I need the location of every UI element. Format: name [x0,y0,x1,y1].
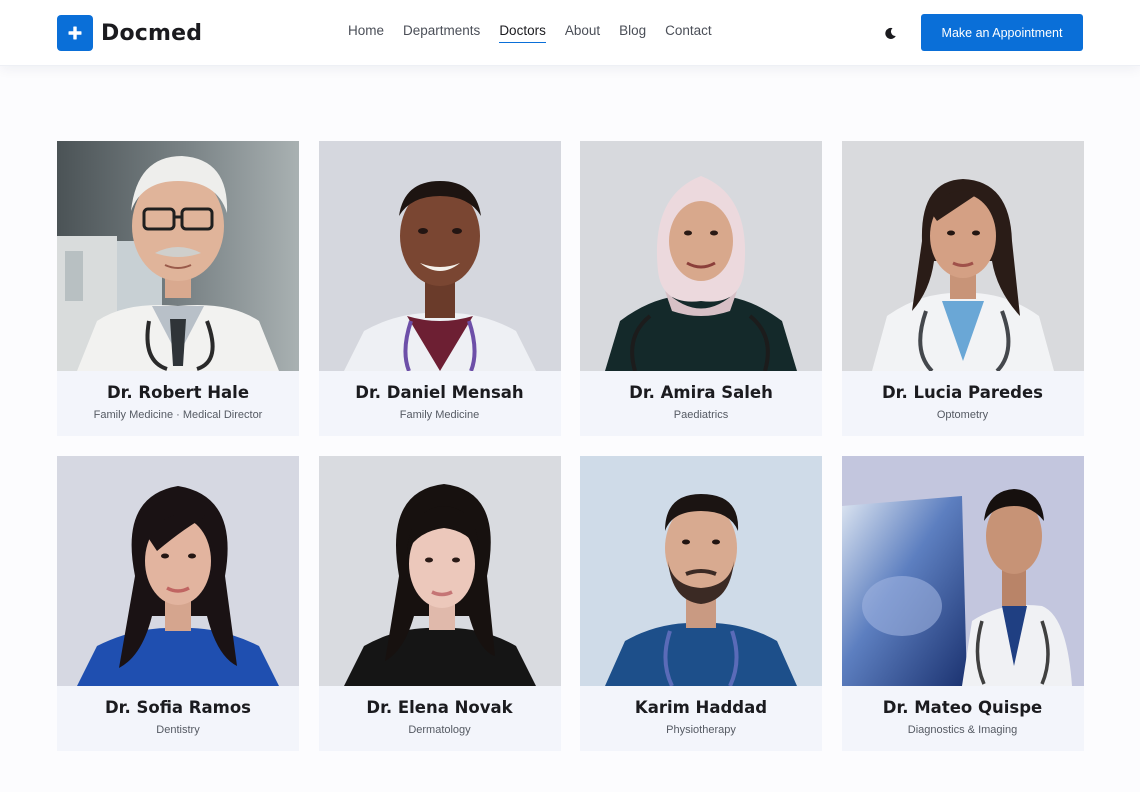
doctor-name: Dr. Lucia Paredes [881,383,1043,402]
doctor-name: Dr. Sofia Ramos [104,698,251,717]
doctor-name: Karim Haddad [634,698,768,717]
nav-doctors[interactable]: Doctors [499,23,546,43]
moon-icon [884,27,896,39]
doctor-specialty: Dermatology [408,724,471,736]
plus-icon [57,15,93,51]
doctor-card[interactable]: Dr. Sofia Ramos Dentistry [57,456,299,751]
nav-departments[interactable]: Departments [403,23,480,43]
doctor-specialty: Paediatrics [673,409,729,421]
site-header: Docmed Home Departments Doctors About Bl… [0,0,1140,66]
nav-blog[interactable]: Blog [619,23,646,43]
doctor-info: Dr. Robert Hale Family Medicine · Medica… [57,371,299,436]
doctor-card[interactable]: Dr. Elena Novak Dermatology [318,456,561,751]
doctor-info: Dr. Mateo Quispe Diagnostics & Imaging [841,686,1084,751]
doctor-info: Dr. Amira Saleh Paediatrics [580,371,822,436]
doctor-photo [57,456,299,686]
logo-text: Docmed [101,20,203,46]
doctor-photo [318,456,561,686]
doctor-name: Dr. Robert Hale [106,383,250,402]
doctor-name: Dr. Daniel Mensah [355,383,524,402]
doctor-specialty: Physiotherapy [666,724,736,736]
doctor-info: Dr. Sofia Ramos Dentistry [57,686,299,751]
doctor-name: Dr. Amira Saleh [629,383,773,402]
doctor-info: Karim Haddad Physiotherapy [580,686,822,751]
doctors-grid: Dr. Robert Hale Family Medicine · Medica… [57,141,1084,751]
doctor-card[interactable]: Dr. Daniel Mensah Family Medicine [318,141,561,436]
doctor-specialty: Diagnostics & Imaging [907,724,1018,736]
nav-about[interactable]: About [565,23,600,43]
logo[interactable]: Docmed [57,15,202,51]
doctor-name: Dr. Elena Novak [366,698,513,717]
doctor-info: Dr. Elena Novak Dermatology [318,686,561,751]
doctor-photo [580,141,822,371]
doctor-card[interactable]: Dr. Mateo Quispe Diagnostics & Imaging [841,456,1084,751]
doctor-specialty: Family Medicine · Medical Director [93,409,263,421]
doctor-photo [841,141,1084,371]
doctor-card[interactable]: Dr. Amira Saleh Paediatrics [580,141,822,436]
doctor-name: Dr. Mateo Quispe [882,698,1043,717]
main-nav: Home Departments Doctors About Blog Cont… [348,23,712,43]
doctor-specialty: Dentistry [156,724,200,736]
doctor-info: Dr. Lucia Paredes Optometry [841,371,1084,436]
nav-contact[interactable]: Contact [665,23,712,43]
doctor-card[interactable]: Karim Haddad Physiotherapy [580,456,822,751]
nav-home[interactable]: Home [348,23,384,43]
doctor-photo [841,456,1084,686]
doctor-specialty: Optometry [936,409,989,421]
doctor-info: Dr. Daniel Mensah Family Medicine [318,371,561,436]
doctor-card[interactable]: Dr. Robert Hale Family Medicine · Medica… [57,141,299,436]
doctor-card[interactable]: Dr. Lucia Paredes Optometry [841,141,1084,436]
theme-toggle[interactable] [880,23,900,43]
doctor-specialty: Family Medicine [399,409,480,421]
doctor-photo [57,141,299,371]
make-appointment-button[interactable]: Make an Appointment [921,14,1083,51]
doctor-photo [318,141,561,371]
doctor-photo [580,456,822,686]
